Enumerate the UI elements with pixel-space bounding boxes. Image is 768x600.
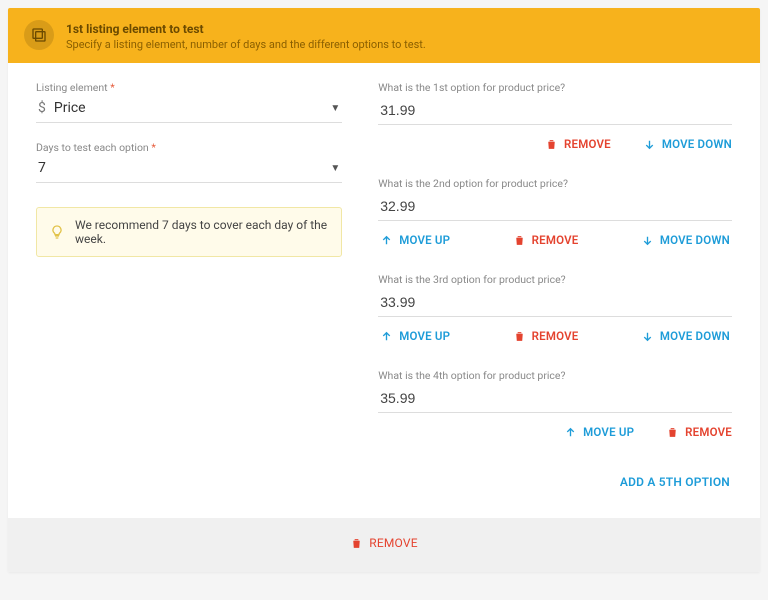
listing-element-icon xyxy=(24,20,54,50)
arrow-down-icon xyxy=(641,234,654,247)
move-down-label: MOVE DOWN xyxy=(660,233,730,247)
remove-label: REMOVE xyxy=(532,233,579,247)
option-input[interactable] xyxy=(378,386,732,413)
option-label: What is the 3rd option for product price… xyxy=(378,273,732,286)
chevron-down-icon: ▼ xyxy=(330,103,340,114)
move-up-label: MOVE UP xyxy=(399,233,450,247)
chevron-down-icon: ▼ xyxy=(330,163,340,174)
listing-element-select[interactable]: $ Price ▼ xyxy=(36,94,342,123)
move-down-label: MOVE DOWN xyxy=(660,329,730,343)
arrow-down-icon xyxy=(641,330,654,343)
remove-option-button[interactable]: REMOVE xyxy=(545,137,611,151)
footer-bar: REMOVE xyxy=(8,518,760,572)
option-block: What is the 3rd option for product price… xyxy=(378,273,732,343)
header-title: 1st listing element to test xyxy=(66,22,426,36)
remove-test-label: REMOVE xyxy=(369,536,417,550)
remove-label: REMOVE xyxy=(564,137,611,151)
recommendation-tip: We recommend 7 days to cover each day of… xyxy=(36,207,342,257)
option-input[interactable] xyxy=(378,194,732,221)
option-label: What is the 4th option for product price… xyxy=(378,369,732,382)
test-config-card: 1st listing element to test Specify a li… xyxy=(8,8,760,572)
dollar-icon: $ xyxy=(38,100,46,116)
option-input[interactable] xyxy=(378,290,732,317)
option-block: What is the 2nd option for product price… xyxy=(378,177,732,247)
option-label: What is the 1st option for product price… xyxy=(378,81,732,94)
move-up-label: MOVE UP xyxy=(399,329,450,343)
header-subtitle: Specify a listing element, number of day… xyxy=(66,38,426,51)
option-actions: MOVE UP REMOVE MOVE DOWN xyxy=(378,329,732,343)
remove-label: REMOVE xyxy=(685,425,732,439)
lightbulb-icon xyxy=(49,224,65,240)
trash-icon xyxy=(545,138,558,151)
option-input[interactable] xyxy=(378,98,732,125)
listing-element-value: Price xyxy=(54,100,322,116)
move-up-button[interactable]: MOVE UP xyxy=(380,233,450,247)
arrow-up-icon xyxy=(564,426,577,439)
arrow-up-icon xyxy=(380,330,393,343)
days-select[interactable]: 7 ▼ xyxy=(36,154,342,183)
move-up-button[interactable]: MOVE UP xyxy=(564,425,634,439)
option-actions: MOVE UP REMOVE xyxy=(378,425,732,439)
move-up-button[interactable]: MOVE UP xyxy=(380,329,450,343)
add-option-row: ADD A 5TH OPTION xyxy=(378,465,732,494)
option-actions: MOVE UP REMOVE MOVE DOWN xyxy=(378,233,732,247)
remove-option-button[interactable]: REMOVE xyxy=(666,425,732,439)
move-down-button[interactable]: MOVE DOWN xyxy=(641,233,730,247)
move-down-label: MOVE DOWN xyxy=(662,137,732,151)
days-label: Days to test each option * xyxy=(36,141,342,154)
trash-icon xyxy=(350,537,363,550)
remove-test-button[interactable]: REMOVE xyxy=(350,536,417,550)
option-block: What is the 4th option for product price… xyxy=(378,369,732,439)
remove-option-button[interactable]: REMOVE xyxy=(513,233,579,247)
remove-option-button[interactable]: REMOVE xyxy=(513,329,579,343)
option-actions: REMOVE MOVE DOWN xyxy=(378,137,732,151)
add-option-button[interactable]: ADD A 5TH OPTION xyxy=(620,475,730,489)
option-block: What is the 1st option for product price… xyxy=(378,81,732,151)
left-column: Listing element * $ Price ▼ Days to test… xyxy=(36,81,342,494)
move-down-button[interactable]: MOVE DOWN xyxy=(641,329,730,343)
trash-icon xyxy=(666,426,679,439)
right-column: What is the 1st option for product price… xyxy=(378,81,732,494)
listing-element-label: Listing element * xyxy=(36,81,342,94)
trash-icon xyxy=(513,234,526,247)
tip-text: We recommend 7 days to cover each day of… xyxy=(75,218,329,246)
header-banner: 1st listing element to test Specify a li… xyxy=(8,8,760,63)
remove-label: REMOVE xyxy=(532,329,579,343)
arrow-down-icon xyxy=(643,138,656,151)
arrow-up-icon xyxy=(380,234,393,247)
days-value: 7 xyxy=(38,160,322,176)
form-body: Listing element * $ Price ▼ Days to test… xyxy=(8,63,760,518)
option-label: What is the 2nd option for product price… xyxy=(378,177,732,190)
header-text: 1st listing element to test Specify a li… xyxy=(66,20,426,51)
move-up-label: MOVE UP xyxy=(583,425,634,439)
move-down-button[interactable]: MOVE DOWN xyxy=(643,137,732,151)
trash-icon xyxy=(513,330,526,343)
